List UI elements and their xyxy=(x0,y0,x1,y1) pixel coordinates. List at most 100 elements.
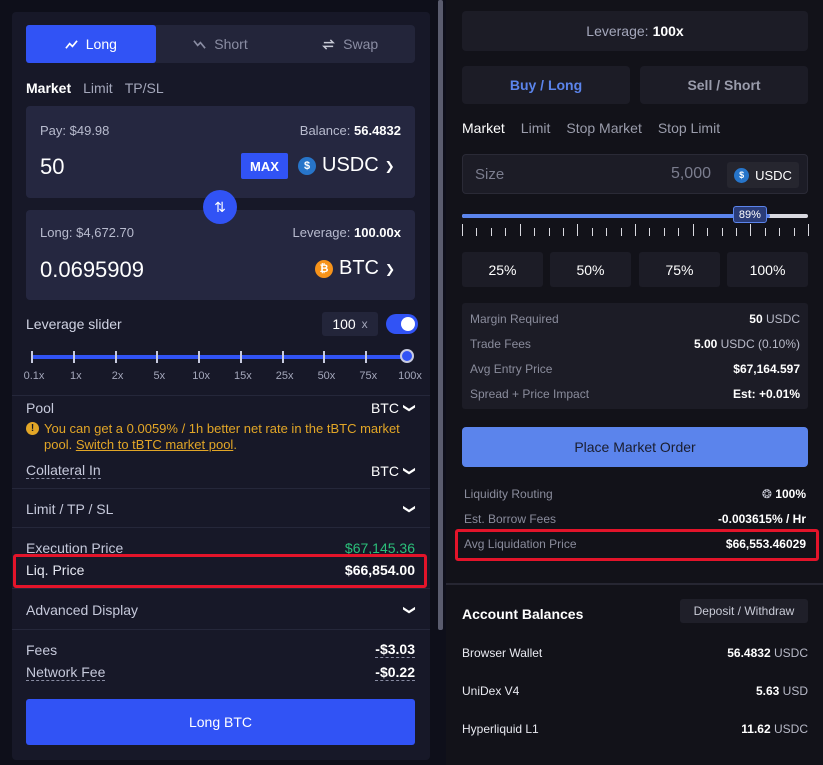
divider xyxy=(12,629,430,630)
place-market-order-button[interactable]: Place Market Order xyxy=(462,427,808,467)
trade-fees-row: Trade Fees 5.00 USDC (0.10%) xyxy=(470,337,800,351)
leverage-display-label: Leverage: xyxy=(586,23,649,39)
leverage-label: Leverage: 100.00x xyxy=(293,225,401,240)
collateral-row: Collateral In BTC ❯ xyxy=(26,462,417,479)
leverage-slider-handle[interactable] xyxy=(400,349,414,363)
pool-label: Pool xyxy=(26,400,55,416)
scrollbar[interactable] xyxy=(438,0,443,630)
balance-label: Balance: 56.4832 xyxy=(300,123,401,138)
balance-caption: Balance: xyxy=(299,123,351,138)
long-amount-input[interactable]: 0.0695909 xyxy=(40,257,144,283)
leverage-slider-tick xyxy=(281,351,284,363)
balance-value: 11.62 xyxy=(741,722,771,736)
order-type-tabs: Market Limit TP/SL xyxy=(26,80,164,96)
long-btc-button[interactable]: Long BTC xyxy=(26,699,415,745)
size-unit-select[interactable]: $ USDC xyxy=(727,162,799,188)
preset-50-button[interactable]: 50% xyxy=(550,252,631,287)
size-slider-tick xyxy=(779,228,781,236)
trade-fees-label: Trade Fees xyxy=(470,337,531,351)
size-slider-tick xyxy=(505,228,507,236)
bitcoin-icon: ₿ xyxy=(315,259,333,278)
balance-value: 56.4832 xyxy=(727,646,771,660)
avg-entry-price-label: Avg Entry Price xyxy=(470,362,553,376)
preset-25-button[interactable]: 25% xyxy=(462,252,543,287)
buy-long-button[interactable]: Buy / Long xyxy=(462,66,630,104)
margin-required-row: Margin Required 50 USDC xyxy=(470,312,800,326)
account-balances-title: Account Balances xyxy=(462,606,584,622)
size-slider[interactable]: 89% xyxy=(462,206,809,236)
order-info-box: Margin Required 50 USDC Trade Fees 5.00 … xyxy=(462,303,808,409)
advanced-display-expander[interactable]: Advanced Display ❯ xyxy=(26,602,417,618)
tab-stop-market[interactable]: Stop Market xyxy=(566,120,641,136)
balance-unit: USDC xyxy=(773,646,808,660)
trade-panel-right: Leverage: 100x Buy / Long Sell / Short M… xyxy=(446,0,823,765)
pool-select[interactable]: BTC ❯ xyxy=(370,400,417,416)
leverage-slider-label: Leverage slider xyxy=(26,316,122,332)
chevron-down-icon: ❯ xyxy=(402,503,417,515)
collateral-value: BTC xyxy=(370,462,399,479)
divider xyxy=(12,527,430,528)
routing-network-icon: ❂ xyxy=(761,487,772,501)
size-slider-tick xyxy=(591,228,593,236)
leverage-slider-tick xyxy=(239,351,242,363)
switch-pool-link[interactable]: Switch to tBTC market pool xyxy=(76,437,234,452)
leverage-input-unit: x xyxy=(361,317,368,331)
preset-75-button[interactable]: 75% xyxy=(639,252,720,287)
size-slider-tick xyxy=(793,228,795,236)
max-button[interactable]: MAX xyxy=(241,153,288,179)
limit-tpsl-expander[interactable]: Limit / TP / SL ❯ xyxy=(26,501,417,517)
pay-token-select[interactable]: $ USDC ❯ xyxy=(298,154,395,177)
balance-label: Hyperliquid L1 xyxy=(462,722,539,736)
size-slider-tick xyxy=(562,228,564,236)
sell-short-button[interactable]: Sell / Short xyxy=(640,66,808,104)
leverage-slider[interactable] xyxy=(31,349,414,363)
tab-short[interactable]: Short xyxy=(156,25,286,63)
leverage-slider-tick xyxy=(323,351,326,363)
leverage-input[interactable]: 100 x xyxy=(322,312,378,336)
flip-direction-button[interactable]: ⇅ xyxy=(203,190,237,224)
leverage-slider-tick xyxy=(365,351,368,363)
balance-row-hyperliquid: Hyperliquid L1 11.62 USDC xyxy=(462,722,808,736)
size-input[interactable]: Size 5,000 $ USDC xyxy=(462,154,808,194)
tab-limit[interactable]: Limit xyxy=(521,120,551,136)
leverage-mark-label: 75x xyxy=(359,370,378,382)
tab-long[interactable]: Long xyxy=(26,25,156,63)
leverage-mark-label: 5x xyxy=(153,370,166,382)
long-token-label: BTC xyxy=(339,257,379,279)
size-slider-tick xyxy=(707,228,709,236)
size-slider-tick xyxy=(663,228,665,236)
size-placeholder: Size xyxy=(475,166,505,183)
size-slider-tick xyxy=(735,228,737,236)
tab-market[interactable]: Market xyxy=(26,80,71,96)
pool-warning-suffix: . xyxy=(233,437,237,452)
leverage-mark-label: 1x xyxy=(69,370,82,382)
tab-market[interactable]: Market xyxy=(462,120,505,136)
leverage-mark-label: 15x xyxy=(234,370,252,382)
fees-row: Fees -$3.03 xyxy=(26,641,415,658)
network-fee-label: Network Fee xyxy=(26,664,106,681)
preset-100-button[interactable]: 100% xyxy=(727,252,808,287)
liquidity-routing-value: 100% xyxy=(775,487,806,501)
liquidity-routing-row: Liquidity Routing ❂ 100% xyxy=(464,487,806,501)
pool-value: BTC xyxy=(370,400,399,416)
margin-required-unit: USDC xyxy=(765,312,800,326)
tab-limit[interactable]: Limit xyxy=(83,80,113,96)
tab-stop-limit[interactable]: Stop Limit xyxy=(658,120,720,136)
pay-amount-input[interactable]: 50 xyxy=(40,154,64,180)
tab-swap-label: Swap xyxy=(343,36,379,52)
leverage-slider-tick xyxy=(198,351,201,363)
leverage-slider-toggle[interactable] xyxy=(386,314,418,334)
leverage-input-value: 100 xyxy=(332,316,356,332)
borrow-fees-row: Est. Borrow Fees -0.003615% / Hr xyxy=(464,512,806,526)
tab-tpsl[interactable]: TP/SL xyxy=(125,80,164,96)
collateral-select[interactable]: BTC ❯ xyxy=(370,462,417,479)
collateral-label: Collateral In xyxy=(26,462,101,479)
chevron-down-icon: ❯ xyxy=(402,604,417,616)
spread-impact-value: Est: +0.01% xyxy=(732,387,800,401)
tab-swap[interactable]: Swap xyxy=(285,25,415,63)
size-slider-handle[interactable]: 89% xyxy=(732,206,767,223)
deposit-withdraw-button[interactable]: Deposit / Withdraw xyxy=(680,599,808,623)
balance-label: Browser Wallet xyxy=(462,646,543,660)
leverage-display[interactable]: Leverage: 100x xyxy=(462,11,808,51)
long-token-select[interactable]: ₿ BTC ❯ xyxy=(315,257,395,280)
